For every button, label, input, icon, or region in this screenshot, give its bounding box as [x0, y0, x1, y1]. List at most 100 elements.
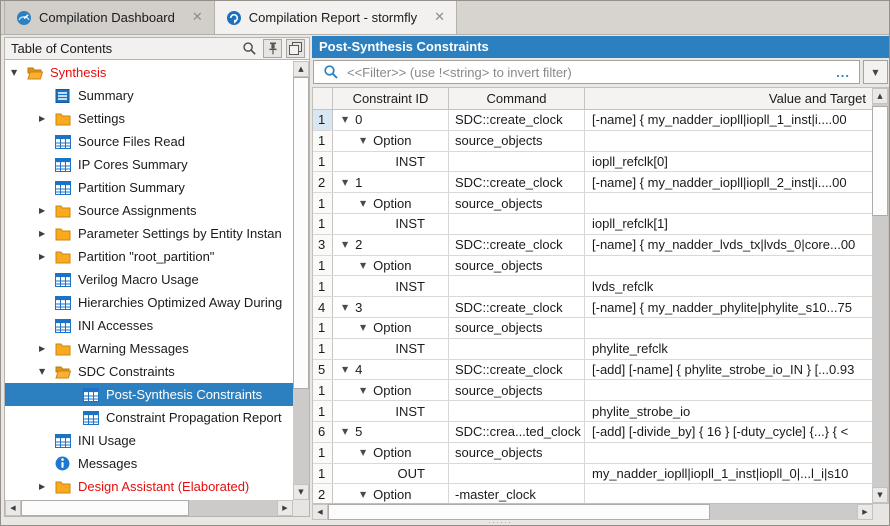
value-and-target-cell[interactable]: iopll_refclk[1] [585, 214, 872, 234]
filter-input[interactable] [347, 65, 828, 80]
scroll-left-icon[interactable]: ◀ [312, 504, 328, 520]
scrollbar-thumb[interactable] [328, 504, 710, 520]
command-cell[interactable]: source_objects [449, 318, 585, 338]
table-row[interactable]: 2▼Option-master_clock [313, 484, 872, 503]
command-cell[interactable] [449, 339, 585, 359]
row-number-cell[interactable]: 1 [313, 339, 333, 359]
splitter-handle[interactable]: ······ [488, 517, 512, 526]
column-header-value-and-target[interactable]: Value and Target [585, 88, 872, 109]
constraint-id-cell[interactable]: INST [333, 152, 449, 172]
scrollbar-thumb[interactable] [293, 77, 309, 389]
toc-tree-item[interactable]: Constraint Propagation Report [5, 406, 293, 429]
row-number-cell[interactable]: 1 [313, 152, 333, 172]
toc-tree-item[interactable]: Messages [5, 452, 293, 475]
table-row[interactable]: 1▼Optionsource_objects [313, 443, 872, 464]
toc-tree-item[interactable]: ▼Synthesis [5, 61, 293, 84]
row-number-cell[interactable]: 1 [313, 131, 333, 151]
row-number-cell[interactable]: 1 [313, 443, 333, 463]
constraint-id-cell[interactable]: INST [333, 276, 449, 296]
table-row[interactable]: 1INSTphylite_strobe_io [313, 401, 872, 422]
toc-tree-item[interactable]: INI Accesses [5, 314, 293, 337]
table-row[interactable]: 1▼Optionsource_objects [313, 256, 872, 277]
float-window-icon[interactable] [286, 39, 305, 58]
row-number-cell[interactable]: 1 [313, 318, 333, 338]
table-row[interactable]: 1INST iopll_refclk[0] [313, 152, 872, 173]
table-row[interactable]: 1▼Optionsource_objects [313, 131, 872, 152]
filter-more-button[interactable]: ... [836, 65, 850, 80]
command-cell[interactable]: -master_clock [449, 484, 585, 503]
value-and-target-cell[interactable]: lvds_refclk [585, 276, 872, 296]
table-horizontal-scrollbar[interactable]: ◀ ▶ [312, 504, 873, 520]
value-and-target-cell[interactable]: [-name] { my_nadder_iopll|iopll_1_inst|i… [585, 110, 872, 130]
table-row[interactable]: 1OUTmy_nadder_iopll|iopll_1_inst|iopll_0… [313, 464, 872, 485]
toc-tree-item[interactable]: Source Files Read [5, 130, 293, 153]
constraint-id-cell[interactable]: INST [333, 214, 449, 234]
table-vertical-scrollbar[interactable]: ▲ ▼ [872, 88, 888, 503]
expander-closed-icon[interactable]: ▶ [39, 114, 55, 123]
toc-tree-item[interactable]: Post-Synthesis Constraints [5, 383, 293, 406]
toc-tree-item[interactable]: Summary [5, 84, 293, 107]
filter-dropdown-button[interactable]: ▼ [863, 60, 888, 84]
constraint-id-cell[interactable]: ▼2 [333, 235, 449, 255]
constraint-id-cell[interactable]: ▼Option [333, 484, 449, 503]
table-row[interactable]: 1▼0SDC::create_clock[-name] { my_nadder_… [313, 110, 872, 131]
close-icon[interactable]: ✕ [192, 11, 203, 24]
scroll-left-icon[interactable]: ◀ [5, 500, 21, 516]
toc-tree-item[interactable]: Hierarchies Optimized Away During [5, 291, 293, 314]
value-and-target-cell[interactable] [585, 484, 872, 503]
value-and-target-cell[interactable]: my_nadder_iopll|iopll_1_inst|iopll_0|...… [585, 464, 872, 484]
row-number-cell[interactable]: 1 [313, 214, 333, 234]
scroll-up-icon[interactable]: ▲ [293, 61, 309, 77]
command-cell[interactable]: SDC::create_clock [449, 297, 585, 317]
pin-icon[interactable] [263, 39, 282, 58]
tab-compilation-report[interactable]: Compilation Report - stormfly ✕ [215, 1, 457, 34]
table-row[interactable]: 1INSTlvds_refclk [313, 276, 872, 297]
value-and-target-cell[interactable]: [-add] [-divide_by] { 16 } [-duty_cycle]… [585, 422, 872, 442]
table-row[interactable]: 5▼4SDC::create_clock[-add] [-name] { phy… [313, 360, 872, 381]
row-expander-icon[interactable]: ▼ [360, 199, 366, 208]
scrollbar-thumb[interactable] [872, 106, 888, 216]
row-number-cell[interactable]: 6 [313, 422, 333, 442]
value-and-target-cell[interactable]: phylite_refclk [585, 339, 872, 359]
row-expander-icon[interactable]: ▼ [360, 448, 366, 457]
constraint-id-cell[interactable]: ▼Option [333, 443, 449, 463]
row-expander-icon[interactable]: ▼ [342, 240, 348, 249]
row-number-cell[interactable]: 3 [313, 235, 333, 255]
value-and-target-cell[interactable]: iopll_refclk[0] [585, 152, 872, 172]
scroll-down-icon[interactable]: ▼ [872, 487, 888, 503]
toc-tree-item[interactable]: ▶Settings [5, 107, 293, 130]
row-expander-icon[interactable]: ▼ [360, 136, 366, 145]
expander-closed-icon[interactable]: ▶ [39, 344, 55, 353]
scroll-right-icon[interactable]: ▶ [277, 500, 293, 516]
constraint-id-cell[interactable]: ▼4 [333, 360, 449, 380]
table-row[interactable]: 6▼5SDC::crea...ted_clock[-add] [-divide_… [313, 422, 872, 443]
command-cell[interactable]: source_objects [449, 256, 585, 276]
row-number-cell[interactable]: 1 [313, 380, 333, 400]
command-cell[interactable]: source_objects [449, 131, 585, 151]
table-row[interactable]: 1▼Optionsource_objects [313, 193, 872, 214]
command-cell[interactable] [449, 276, 585, 296]
column-header-constraint-id[interactable]: Constraint ID [333, 88, 449, 109]
command-cell[interactable]: SDC::crea...ted_clock [449, 422, 585, 442]
value-and-target-cell[interactable] [585, 443, 872, 463]
row-number-cell[interactable]: 1 [313, 401, 333, 421]
row-expander-icon[interactable]: ▼ [342, 178, 348, 187]
row-number-cell[interactable]: 5 [313, 360, 333, 380]
row-expander-icon[interactable]: ▼ [360, 386, 366, 395]
row-expander-icon[interactable]: ▼ [360, 490, 366, 499]
command-cell[interactable] [449, 401, 585, 421]
row-expander-icon[interactable]: ▼ [360, 261, 366, 270]
toc-tree-item[interactable]: ▶Warning Messages [5, 337, 293, 360]
constraint-id-cell[interactable]: ▼Option [333, 193, 449, 213]
toc-tree-item[interactable]: ▶Partition "root_partition" [5, 245, 293, 268]
row-number-cell[interactable]: 1 [313, 110, 333, 130]
table-row[interactable]: 1▼Optionsource_objects [313, 318, 872, 339]
toc-tree-item[interactable]: ▶Design Assistant (Elaborated) [5, 475, 293, 498]
scroll-right-icon[interactable]: ▶ [857, 504, 873, 520]
toc-tree-item[interactable]: Partition Summary [5, 176, 293, 199]
table-row[interactable]: 4▼3SDC::create_clock[-name] { my_nadder_… [313, 297, 872, 318]
expander-closed-icon[interactable]: ▶ [39, 252, 55, 261]
row-expander-icon[interactable]: ▼ [342, 115, 348, 124]
constraint-id-cell[interactable]: ▼1 [333, 172, 449, 192]
table-row[interactable]: 1INSTphylite_refclk [313, 339, 872, 360]
